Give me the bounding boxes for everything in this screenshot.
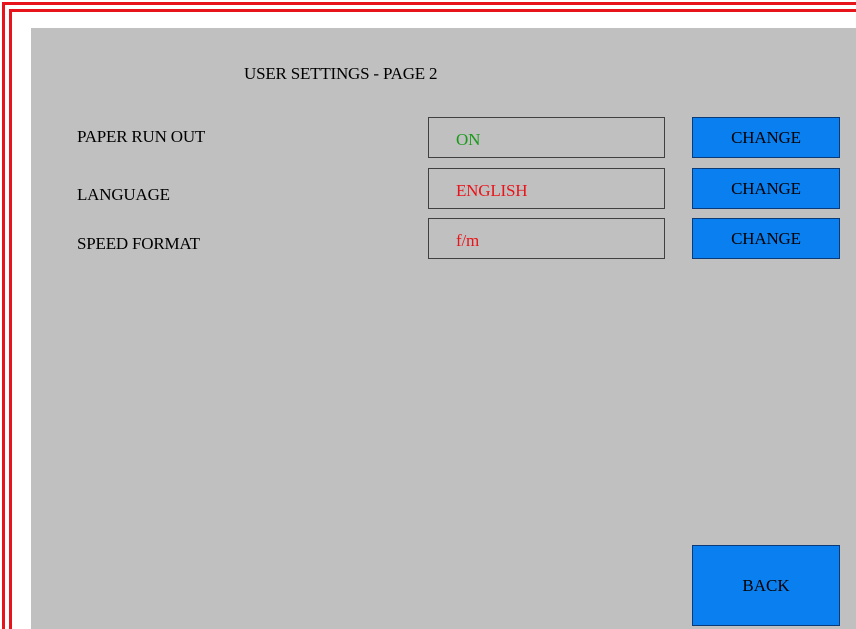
settings-screen: USER SETTINGS - PAGE 2 PAPER RUN OUT ON … (31, 28, 856, 629)
speed-format-value: f/m (456, 231, 480, 250)
paper-run-out-label: PAPER RUN OUT (77, 127, 206, 146)
paper-run-out-value: ON (456, 130, 481, 149)
paper-run-out-value-box: ON (428, 117, 665, 158)
back-button[interactable]: BACK (692, 545, 840, 626)
paper-run-out-change-button[interactable]: CHANGE (692, 117, 840, 158)
speed-format-label: SPEED FORMAT (77, 234, 200, 253)
page-title: USER SETTINGS - PAGE 2 (244, 64, 438, 83)
language-value: ENGLISH (456, 181, 528, 200)
speed-format-value-box: f/m (428, 218, 665, 259)
language-value-box: ENGLISH (428, 168, 665, 209)
speed-format-change-button[interactable]: CHANGE (692, 218, 840, 259)
language-change-button[interactable]: CHANGE (692, 168, 840, 209)
language-label: LANGUAGE (77, 185, 170, 204)
